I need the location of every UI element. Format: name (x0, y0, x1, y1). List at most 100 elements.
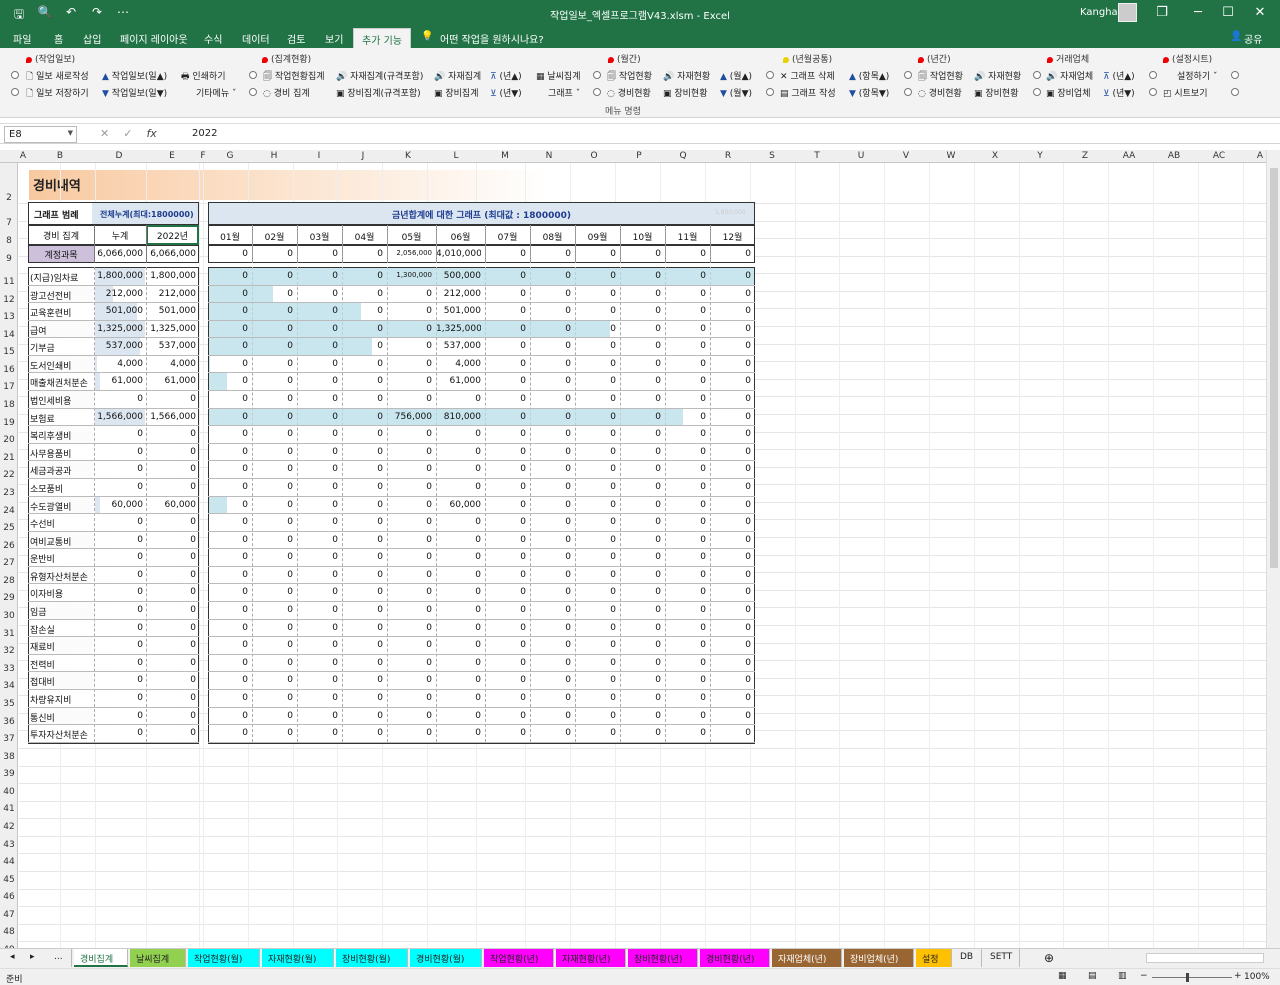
item-year[interactable]: 0 (146, 394, 196, 404)
month-value[interactable]: 0 (485, 587, 526, 597)
row-header[interactable]: 14 (0, 330, 18, 340)
month-value[interactable]: 0 (436, 447, 481, 457)
month-value[interactable]: 0 (530, 306, 571, 316)
month-value[interactable]: 0 (620, 306, 661, 316)
month-value[interactable]: 0 (575, 359, 616, 369)
month-value[interactable]: 0 (665, 640, 706, 650)
material-summary-button[interactable]: 🔊 자재집계 (434, 69, 481, 82)
month-value[interactable]: 0 (665, 482, 706, 492)
month-value[interactable]: 0 (620, 640, 661, 650)
month-value[interactable]: 537,000 (436, 341, 481, 351)
item-name[interactable]: 광고선전비 (30, 289, 93, 302)
month-value[interactable]: 0 (530, 447, 571, 457)
month-value[interactable]: 0 (710, 482, 751, 492)
month-value[interactable]: 0 (297, 376, 338, 386)
row-header[interactable]: 9 (0, 254, 18, 264)
add-sheet-icon[interactable]: ⊕ (1038, 948, 1060, 966)
tab-prev-icon[interactable]: ◂ (4, 949, 21, 967)
month-value[interactable]: 0 (208, 447, 248, 457)
row-header[interactable]: 22 (0, 470, 18, 480)
item-total[interactable]: 0 (94, 728, 143, 738)
month-value[interactable]: 0 (665, 464, 706, 474)
month-value[interactable]: 0 (342, 675, 383, 685)
column-header[interactable]: I (318, 151, 321, 161)
month-value[interactable]: 0 (342, 640, 383, 650)
month-value[interactable]: 0 (485, 500, 526, 510)
row-header[interactable]: 48 (0, 927, 18, 937)
month-value[interactable]: 0 (710, 429, 751, 439)
month-value[interactable]: 0 (710, 640, 751, 650)
item-total[interactable]: 0 (94, 570, 143, 580)
month-value[interactable]: 0 (710, 464, 751, 474)
item-year[interactable]: 4,000 (146, 359, 196, 369)
month-value[interactable]: 0 (252, 324, 293, 334)
month-value[interactable]: 0 (530, 412, 571, 422)
month-value[interactable]: 0 (342, 394, 383, 404)
item-year[interactable]: 0 (146, 447, 196, 457)
month-value[interactable]: 0 (575, 324, 616, 334)
month-value[interactable]: 0 (297, 517, 338, 527)
item-year[interactable]: 0 (146, 605, 196, 615)
month-value[interactable]: 0 (665, 447, 706, 457)
month-value[interactable]: 0 (620, 412, 661, 422)
month-value[interactable]: 0 (485, 517, 526, 527)
item-total[interactable]: 1,566,000 (94, 412, 143, 422)
zoom-level[interactable]: 100% (1244, 972, 1270, 982)
tab-addins[interactable]: 추가 기능 (353, 28, 411, 48)
item-total[interactable]: 0 (94, 394, 143, 404)
month-value[interactable]: 0 (208, 605, 248, 615)
month-value[interactable]: 0 (530, 658, 571, 668)
month-value[interactable]: 0 (297, 464, 338, 474)
month-value[interactable]: 0 (208, 324, 248, 334)
item-total[interactable]: 0 (94, 605, 143, 615)
month-value[interactable]: 0 (208, 482, 248, 492)
item-year[interactable]: 212,000 (146, 289, 196, 299)
row-header[interactable]: 33 (0, 664, 18, 674)
month-value[interactable]: 0 (710, 693, 751, 703)
month-value[interactable]: 0 (485, 394, 526, 404)
month-value[interactable]: 0 (530, 359, 571, 369)
row-header[interactable]: 35 (0, 699, 18, 709)
month-value[interactable]: 0 (297, 324, 338, 334)
ribbon-radio[interactable] (1149, 88, 1157, 96)
ribbon-radio[interactable] (249, 71, 257, 79)
month-value[interactable]: 756,000 (387, 412, 432, 422)
item-name[interactable]: 복리후생비 (30, 429, 93, 442)
row-header[interactable]: 24 (0, 506, 18, 516)
month-value[interactable]: 0 (620, 587, 661, 597)
month-value[interactable]: 0 (665, 623, 706, 633)
month-value[interactable]: 0 (436, 605, 481, 615)
month-value[interactable]: 0 (252, 482, 293, 492)
month-value[interactable]: 0 (710, 394, 751, 404)
month-value[interactable]: 0 (436, 587, 481, 597)
month-value[interactable]: 0 (620, 535, 661, 545)
item-name[interactable]: 세금과공과 (30, 464, 93, 477)
month-value[interactable]: 0 (342, 570, 383, 580)
material-spec-summary-button[interactable]: 🔊 자재집계(규격포함) (336, 69, 423, 82)
yearly-material-button[interactable]: 🔊 자재현황 (974, 69, 1021, 82)
item-year[interactable]: 0 (146, 623, 196, 633)
month-value[interactable]: 0 (208, 711, 248, 721)
month-value[interactable]: 0 (665, 376, 706, 386)
month-value[interactable]: 0 (710, 623, 751, 633)
row-header[interactable]: 20 (0, 435, 18, 445)
month-value[interactable]: 0 (485, 675, 526, 685)
month-value[interactable]: 0 (387, 500, 432, 510)
month-value[interactable]: 0 (436, 394, 481, 404)
month-value[interactable]: 0 (710, 359, 751, 369)
delete-graph-button[interactable]: ✕ 그래프 삭제 (780, 69, 835, 82)
item-total[interactable]: 0 (94, 658, 143, 668)
monthly-equipment-button[interactable]: ▣ 장비현황 (663, 86, 708, 99)
month-value[interactable]: 0 (208, 271, 248, 281)
column-header[interactable]: G (227, 151, 234, 161)
month-value[interactable]: 0 (208, 693, 248, 703)
month-value[interactable]: 0 (342, 587, 383, 597)
month-value[interactable]: 0 (208, 412, 248, 422)
month-value[interactable]: 0 (575, 658, 616, 668)
month-value[interactable]: 0 (665, 587, 706, 597)
column-header[interactable]: K (405, 151, 411, 161)
tab-formulas[interactable]: 수식 (204, 31, 222, 46)
month-value[interactable]: 0 (297, 711, 338, 721)
month-value[interactable]: 0 (575, 535, 616, 545)
row-header[interactable]: 19 (0, 418, 18, 428)
